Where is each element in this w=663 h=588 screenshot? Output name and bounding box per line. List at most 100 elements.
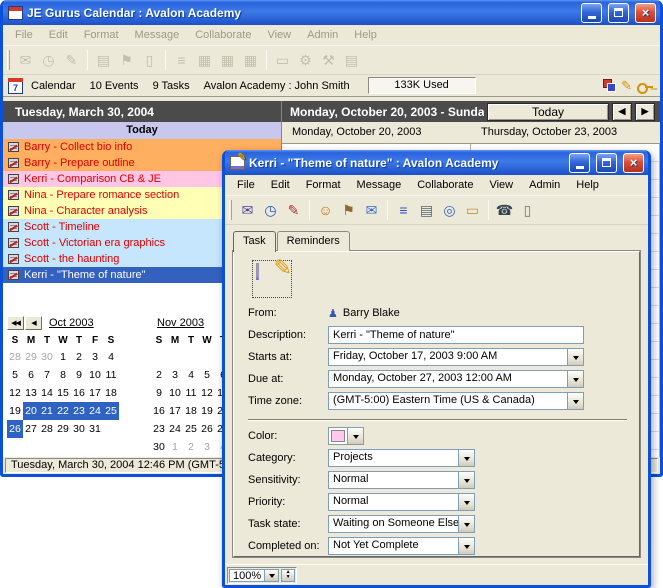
file-in-folder-icon[interactable]: ▭ xyxy=(461,200,484,221)
day-cell[interactable]: 24 xyxy=(87,402,103,420)
day-cell[interactable]: 22 xyxy=(55,402,71,420)
day-cell[interactable]: 11 xyxy=(103,366,119,384)
day-cell[interactable]: 19 xyxy=(7,402,23,420)
day-cell[interactable]: 17 xyxy=(87,384,103,402)
day-cell[interactable]: 6 xyxy=(23,366,39,384)
menu-item-collaborate[interactable]: Collaborate xyxy=(409,176,481,194)
day-cell[interactable]: 9 xyxy=(71,366,87,384)
new-message-icon[interactable]: ✉ xyxy=(236,200,259,221)
day-cell[interactable]: 29 xyxy=(23,348,39,366)
priority-dropdown[interactable]: Normal xyxy=(328,493,475,511)
menu-item-message[interactable]: Message xyxy=(349,176,410,194)
month-label[interactable]: Nov 2003 xyxy=(157,317,204,329)
menu-item-file[interactable]: File xyxy=(7,26,41,44)
tab-reminders[interactable]: Reminders xyxy=(277,231,350,251)
new-alarm-icon[interactable]: ◷ xyxy=(259,200,282,221)
prev-month-button[interactable]: ◀ xyxy=(25,316,42,330)
day-cell[interactable]: 14 xyxy=(39,384,55,402)
new-task-icon[interactable]: ✎ xyxy=(282,200,305,221)
description-input[interactable]: Kerri - "Theme of nature" xyxy=(328,326,584,344)
day-cell[interactable]: 29 xyxy=(55,420,71,438)
today-button[interactable]: Today xyxy=(487,103,609,121)
day-cell[interactable]: 2 xyxy=(71,348,87,366)
day-cell[interactable]: 18 xyxy=(183,402,199,420)
edit-pencil-icon[interactable]: ✎ xyxy=(621,79,632,92)
find-icon[interactable]: ◎ xyxy=(438,200,461,221)
menu-item-edit[interactable]: Edit xyxy=(41,26,76,44)
due-at-dropdown[interactable]: Monday, October 27, 2003 12:00 AM xyxy=(328,370,584,388)
day-cell[interactable]: 3 xyxy=(87,348,103,366)
day-cell[interactable]: 13 xyxy=(23,384,39,402)
day-cell[interactable]: 30 xyxy=(71,420,87,438)
day-cell[interactable]: 12 xyxy=(7,384,23,402)
day-cell[interactable]: 28 xyxy=(7,348,23,366)
day-cell[interactable]: 25 xyxy=(183,420,199,438)
menu-item-collaborate[interactable]: Collaborate xyxy=(187,26,259,44)
layers-icon[interactable] xyxy=(603,79,616,92)
day-cell[interactable]: 5 xyxy=(7,366,23,384)
day-cell[interactable]: 1 xyxy=(55,348,71,366)
day-cell[interactable]: 15 xyxy=(55,384,71,402)
close-button[interactable]: × xyxy=(635,3,656,23)
day-cell[interactable]: 26 xyxy=(7,420,23,438)
category-dropdown[interactable]: Projects xyxy=(328,449,475,467)
menu-item-edit[interactable]: Edit xyxy=(263,176,298,194)
completed-on-dropdown[interactable]: Not Yet Complete xyxy=(328,537,475,555)
menu-item-format[interactable]: Format xyxy=(298,176,349,194)
day-cell[interactable]: 11 xyxy=(183,384,199,402)
day-cell[interactable]: 4 xyxy=(103,348,119,366)
day-cell[interactable]: 20 xyxy=(23,402,39,420)
day-cell[interactable]: 21 xyxy=(39,402,55,420)
menu-item-help[interactable]: Help xyxy=(346,26,385,44)
day-cell[interactable]: 8 xyxy=(55,366,71,384)
range-forward-button[interactable]: ▶ xyxy=(635,103,655,121)
dialog-maximize-button[interactable] xyxy=(596,153,617,173)
menu-item-view[interactable]: View xyxy=(481,176,521,194)
delete-icon[interactable]: ▯ xyxy=(516,200,539,221)
day-cell[interactable]: 26 xyxy=(199,420,215,438)
time-zone-dropdown[interactable]: (GMT-5:00) Eastern Time (US & Canada) xyxy=(328,392,584,410)
day-cell[interactable]: 16 xyxy=(151,402,167,420)
day-cell[interactable]: 9 xyxy=(151,384,167,402)
day-cell[interactable]: 19 xyxy=(199,402,215,420)
prev-year-button[interactable]: ◀◀ xyxy=(7,316,24,330)
menu-item-file[interactable]: File xyxy=(229,176,263,194)
day-cell[interactable]: 5 xyxy=(199,366,215,384)
day-cell[interactable]: 2 xyxy=(183,438,199,456)
menu-item-message[interactable]: Message xyxy=(127,26,188,44)
menu-item-admin[interactable]: Admin xyxy=(521,176,568,194)
zoom-dropdown-arrow-icon[interactable] xyxy=(264,570,278,581)
forward-icon[interactable]: ✉ xyxy=(360,200,383,221)
maximize-button[interactable] xyxy=(608,3,629,23)
day-cell[interactable]: 30 xyxy=(39,348,55,366)
zoom-spinner[interactable]: ▲▼ xyxy=(281,569,295,582)
day-cell[interactable]: 3 xyxy=(199,438,215,456)
main-titlebar[interactable]: JE Gurus Calendar : Avalon Academy × xyxy=(3,0,660,25)
reply-icon[interactable]: ☺ xyxy=(314,200,337,221)
view-source-icon[interactable]: ≡ xyxy=(392,200,415,221)
menu-item-format[interactable]: Format xyxy=(76,26,127,44)
key-icon[interactable] xyxy=(637,80,653,92)
day-cell[interactable]: 23 xyxy=(71,402,87,420)
dialog-close-button[interactable]: × xyxy=(623,153,644,173)
sensitivity-dropdown[interactable]: Normal xyxy=(328,471,475,489)
day-cell[interactable]: 28 xyxy=(39,420,55,438)
day-cell[interactable]: 27 xyxy=(23,420,39,438)
day-cell[interactable]: 10 xyxy=(87,366,103,384)
day-cell[interactable]: 10 xyxy=(167,384,183,402)
task-item-icon[interactable]: ✎ xyxy=(252,260,292,298)
day-cell[interactable]: 16 xyxy=(71,384,87,402)
task-state-dropdown[interactable]: Waiting on Someone Else xyxy=(328,515,475,533)
day-cell[interactable]: 1 xyxy=(167,438,183,456)
day-cell[interactable]: 25 xyxy=(103,402,119,420)
starts-at-dropdown[interactable]: Friday, October 17, 2003 9:00 AM xyxy=(328,348,584,366)
print-icon[interactable]: ▤ xyxy=(415,200,438,221)
day-cell[interactable]: 7 xyxy=(39,366,55,384)
month-label[interactable]: Oct 2003 xyxy=(49,317,94,329)
day-cell[interactable]: 18 xyxy=(103,384,119,402)
day-cell[interactable]: 17 xyxy=(167,402,183,420)
menu-item-admin[interactable]: Admin xyxy=(299,26,346,44)
zoom-select[interactable]: 100% xyxy=(229,569,279,582)
day-cell[interactable]: 24 xyxy=(167,420,183,438)
call-icon[interactable]: ☎ xyxy=(493,200,516,221)
